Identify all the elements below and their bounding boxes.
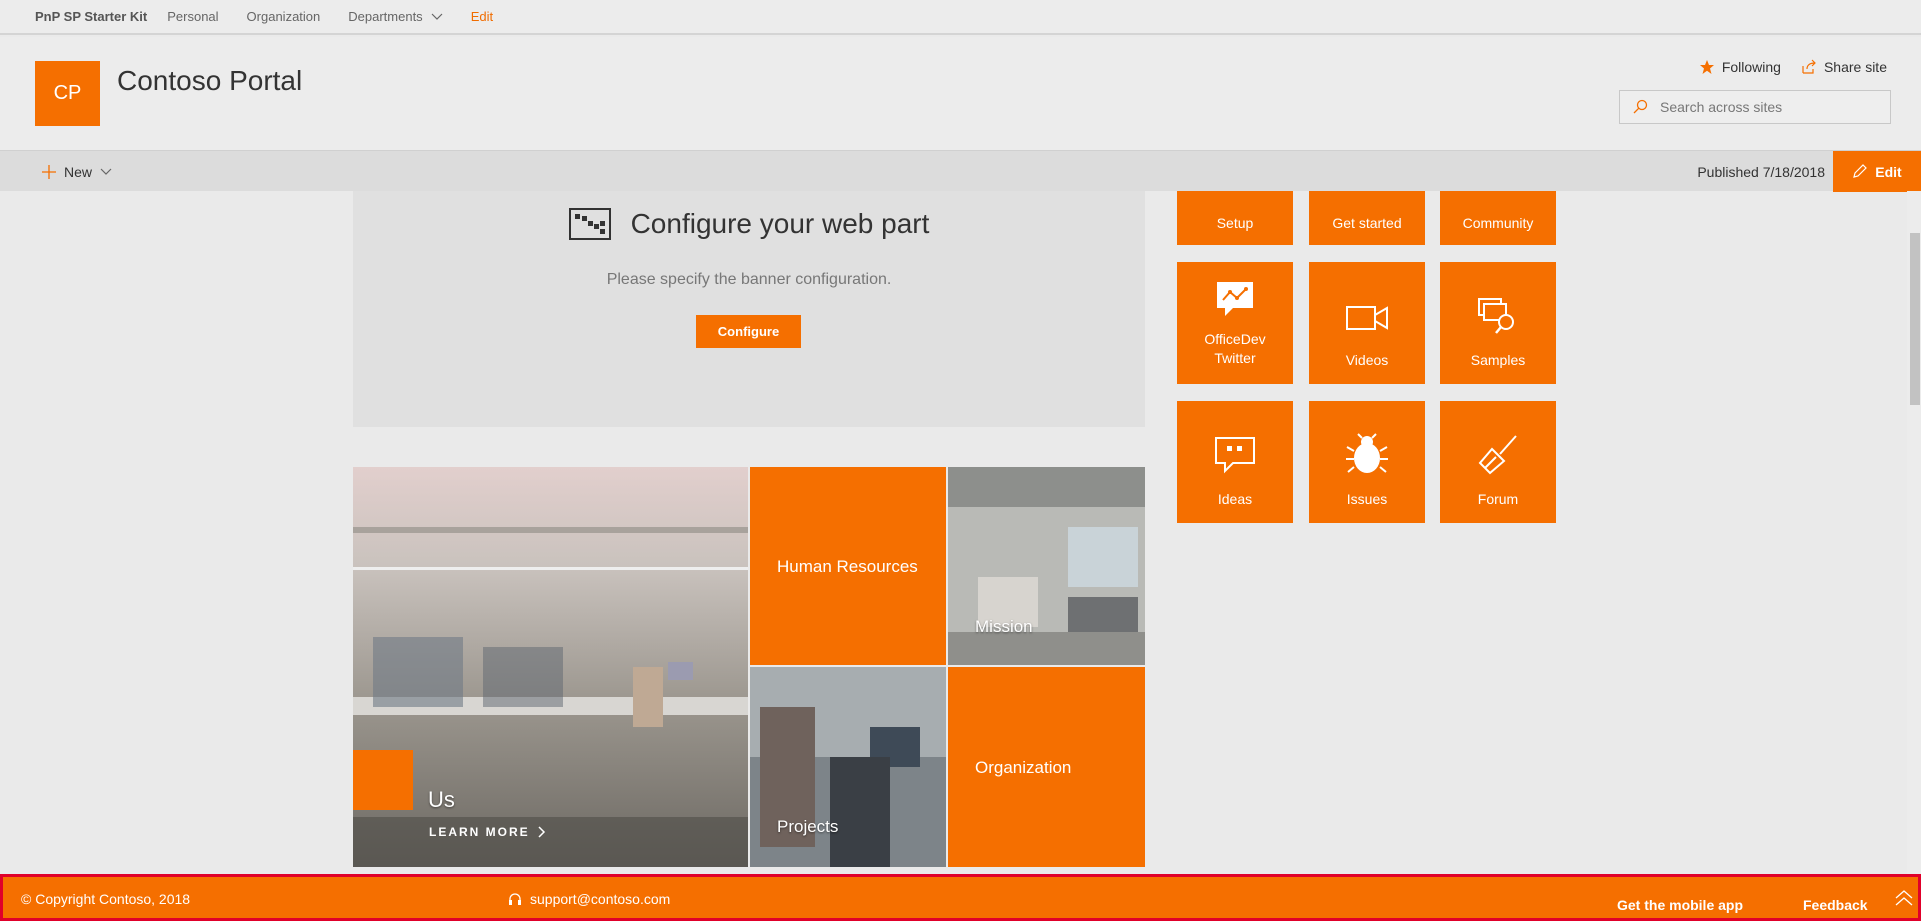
tile-officedev-twitter[interactable]: OfficeDev Twitter	[1177, 262, 1293, 384]
share-site-button[interactable]: Share site	[1801, 59, 1887, 75]
video-camera-icon	[1346, 306, 1388, 330]
pencil-icon	[1853, 164, 1868, 178]
tile-label: Videos	[1345, 352, 1389, 368]
headset-icon	[509, 892, 521, 905]
hero-tile-organization[interactable]: Organization	[948, 667, 1145, 867]
tile-label: Samples	[1470, 352, 1526, 368]
chevron-right-icon	[538, 826, 545, 838]
hero-tile-label: Organization	[975, 758, 1072, 777]
new-button[interactable]: New	[42, 151, 112, 192]
page-scrollbar[interactable]	[1907, 191, 1921, 874]
banner-config-placeholder: Configure your web part Please specify t…	[353, 191, 1145, 427]
hero-tile-label: Human Resources	[777, 557, 918, 576]
hero-main-tile[interactable]: Us LEARN MORE	[353, 467, 748, 867]
chat-graph-icon	[1217, 282, 1253, 316]
site-footer: © Copyright Contoso, 2018 support@contos…	[0, 874, 1921, 921]
collapse-footer-button[interactable]	[1895, 889, 1913, 910]
tile-label: Forum	[1477, 491, 1519, 507]
nav-link-departments[interactable]: Departments	[348, 9, 443, 24]
hero-tile-human-resources[interactable]: Human Resources	[750, 467, 946, 665]
scrollbar-thumb[interactable]	[1910, 233, 1920, 405]
nav-link-personal[interactable]: Personal	[167, 9, 218, 24]
search-placeholder: Search across sites	[1660, 99, 1783, 115]
star-icon	[1699, 60, 1714, 74]
nav-link-organization[interactable]: Organization	[247, 9, 321, 24]
web-part-icon	[568, 208, 611, 240]
bug-icon	[1346, 433, 1388, 473]
support-link[interactable]: support@contoso.com	[508, 891, 670, 907]
learn-more-label: LEARN MORE	[429, 825, 530, 839]
share-site-label: Share site	[1823, 59, 1887, 75]
tile-label: OfficeDev Twitter	[1204, 331, 1266, 366]
search-icon	[1633, 99, 1648, 114]
tile-get-started[interactable]: Get started	[1309, 191, 1425, 245]
published-status: Published 7/18/2018	[1697, 163, 1825, 180]
tile-videos[interactable]: Videos	[1309, 262, 1425, 384]
mobile-app-link[interactable]: Get the mobile app	[1617, 897, 1743, 913]
broom-icon	[1478, 435, 1517, 475]
site-logo[interactable]: CP	[35, 61, 100, 126]
configure-button[interactable]: Configure	[696, 315, 801, 348]
tile-community[interactable]: Community	[1440, 191, 1556, 245]
site-header: CP Contoso Portal Following Share site S…	[0, 37, 1921, 150]
config-title: Configure your web part	[630, 208, 930, 239]
tile-samples[interactable]: Samples	[1440, 262, 1556, 384]
share-icon	[1802, 59, 1816, 74]
search-input[interactable]: Search across sites	[1619, 90, 1891, 124]
plus-icon	[42, 164, 56, 179]
tile-label: Issues	[1346, 491, 1388, 507]
projects-photo	[750, 667, 946, 867]
new-label: New	[64, 163, 93, 180]
support-email: support@contoso.com	[530, 891, 671, 907]
tile-issues[interactable]: Issues	[1309, 401, 1425, 523]
config-title-row: Configure your web part	[353, 208, 1145, 240]
following-label: Following	[1721, 59, 1781, 75]
hero-tile-label: Mission	[975, 617, 1033, 636]
brand-link[interactable]: PnP SP Starter Kit	[35, 9, 147, 24]
tile-setup[interactable]: Setup	[1177, 191, 1293, 245]
hero-tile-label: Projects	[777, 817, 839, 836]
following-button[interactable]: Following	[1699, 59, 1781, 75]
top-navigation: PnP SP Starter Kit Personal Organization…	[0, 0, 1921, 35]
chevron-down-icon	[431, 13, 443, 20]
tile-label: Setup	[1216, 215, 1254, 231]
feedback-link[interactable]: Feedback	[1803, 897, 1868, 913]
hero-tile-projects[interactable]: Projects	[750, 667, 946, 867]
header-actions: Following Share site	[1699, 59, 1887, 75]
nav-edit-link[interactable]: Edit	[471, 9, 493, 24]
double-chevron-up-icon	[1895, 890, 1913, 906]
learn-more-link[interactable]: LEARN MORE	[429, 825, 546, 839]
hero-main-title: Us	[428, 787, 455, 812]
tile-label: Get started	[1332, 215, 1402, 231]
nav-link-departments-label: Departments	[348, 9, 423, 24]
search-documents-icon	[1478, 298, 1514, 334]
chevron-down-icon	[100, 168, 112, 175]
tile-forum[interactable]: Forum	[1440, 401, 1556, 523]
edit-button[interactable]: Edit	[1833, 151, 1921, 192]
hero-tile-mission[interactable]: Mission	[948, 467, 1145, 665]
edit-label: Edit	[1875, 163, 1902, 180]
quote-bubble-icon	[1215, 437, 1255, 474]
tile-label: Community	[1462, 215, 1534, 231]
site-title[interactable]: Contoso Portal	[117, 65, 302, 97]
copyright-text: © Copyright Contoso, 2018	[21, 891, 191, 907]
command-bar: New Published 7/18/2018 Edit	[0, 150, 1921, 192]
tile-ideas[interactable]: Ideas	[1177, 401, 1293, 523]
config-description: Please specify the banner configuration.	[606, 271, 892, 288]
tile-label: Ideas	[1217, 491, 1253, 507]
hero-accent-square	[353, 750, 413, 810]
